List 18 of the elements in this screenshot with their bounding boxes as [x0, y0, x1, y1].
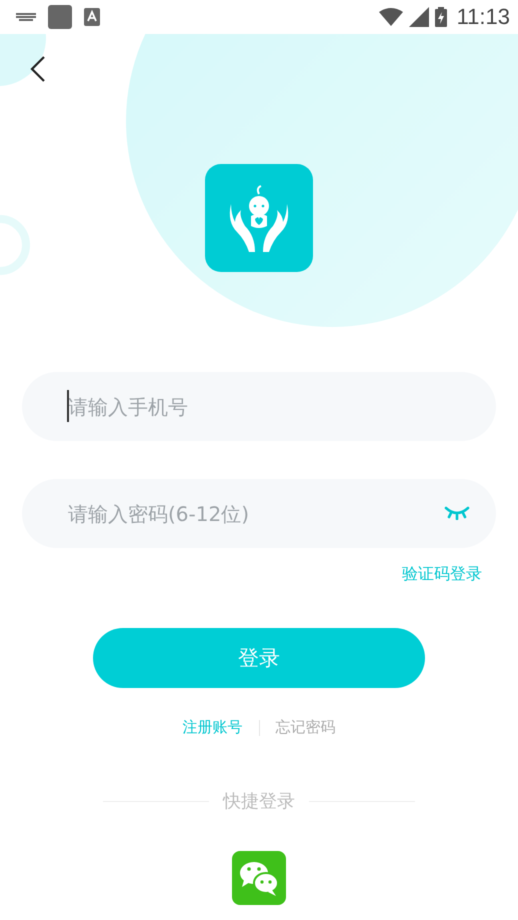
closed-eye-icon[interactable]: [444, 506, 470, 520]
signal-icon: [408, 7, 429, 27]
quick-login-title: 快捷登录: [223, 790, 295, 813]
register-link[interactable]: 注册账号: [182, 718, 242, 737]
chat-bubbles-icon[interactable]: [232, 851, 286, 905]
app-icon: [48, 5, 72, 29]
battery-icon: [434, 7, 447, 27]
wifi-icon: [378, 8, 403, 26]
keyboard-icon: [16, 12, 36, 22]
text-icon: [84, 8, 100, 26]
app-logo-icon: [205, 164, 313, 272]
back-icon[interactable]: [30, 56, 46, 82]
forgot-password-link[interactable]: 忘记密码: [276, 718, 336, 737]
code-login-link[interactable]: 验证码登录: [402, 564, 482, 585]
password-input-field[interactable]: 请输入密码(6-12位): [22, 479, 496, 548]
phone-input-field[interactable]: 请输入手机号: [22, 372, 496, 441]
login-button[interactable]: 登录: [93, 628, 425, 688]
status-time: 11:13: [456, 4, 510, 30]
